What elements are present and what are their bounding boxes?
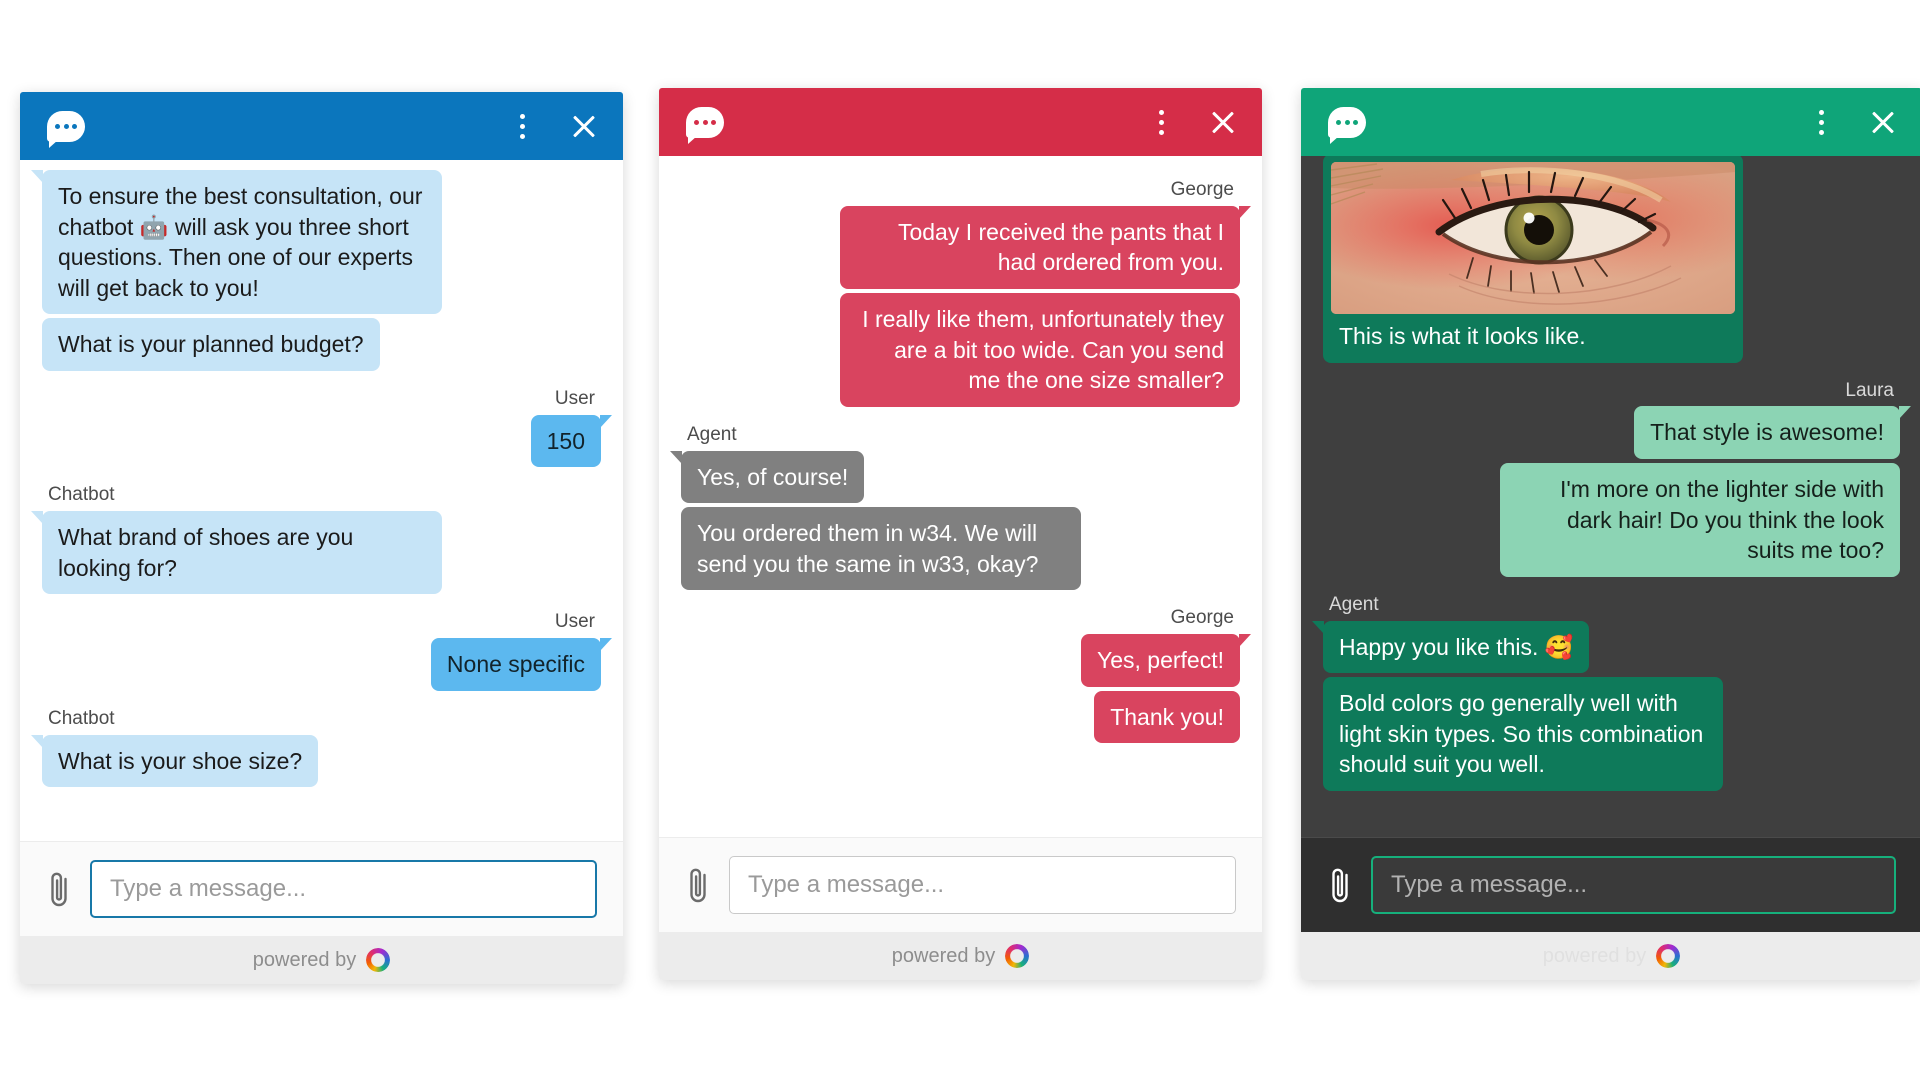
paperclip-icon[interactable] [685, 865, 711, 905]
message-row: To ensure the best consultation, our cha… [31, 170, 601, 315]
message-row: Happy you like this. 🥰 [1311, 620, 1900, 674]
screenshot-canvas: To ensure the best consultation, our cha… [0, 0, 1920, 1080]
brand-ring-icon [1005, 944, 1030, 968]
widget-header [659, 88, 1262, 156]
message-row: This is what it looks like. [1323, 156, 1900, 363]
message-row: Today I received the pants that I had or… [681, 205, 1251, 290]
close-icon[interactable] [1206, 105, 1240, 139]
message-row: None specific [42, 638, 613, 691]
user-message-bubble: I'm more on the lighter side with dark h… [1500, 463, 1900, 577]
sender-label: George [1170, 607, 1234, 629]
message-text: Yes, of course! [697, 463, 849, 490]
chat-bubble-icon [1327, 104, 1367, 140]
media-caption: This is what it looks like. [1339, 323, 1586, 349]
message-row: You ordered them in w34. We will send yo… [681, 507, 1240, 591]
message-composer [20, 841, 623, 936]
powered-by-label: powered by [252, 948, 357, 971]
close-icon[interactable] [1866, 105, 1900, 139]
agent-media-bubble: This is what it looks like. [1323, 156, 1743, 363]
message-composer [659, 837, 1262, 932]
message-text: 150 [546, 427, 585, 454]
kebab-menu-icon[interactable] [507, 109, 537, 143]
user-message-bubble: Yes, perfect! [1080, 634, 1252, 687]
message-text: Yes, perfect! [1096, 647, 1224, 674]
chat-widget-chatbot: To ensure the best consultation, our cha… [20, 92, 623, 984]
message-row: I'm more on the lighter side with dark h… [1323, 463, 1900, 577]
message-list[interactable]: George Today I received the pants that I… [659, 156, 1262, 837]
message-input[interactable] [729, 856, 1236, 914]
message-text: What is your shoe size? [58, 747, 303, 774]
user-message-bubble: Today I received the pants that I had or… [840, 205, 1251, 290]
message-row: That style is awesome! [1323, 406, 1911, 460]
message-text: That style is awesome! [1650, 419, 1884, 446]
powered-by-label: powered by [891, 944, 996, 967]
message-row: Yes, of course! [669, 450, 1240, 504]
user-message-bubble: I really like them, unfortunately they a… [840, 293, 1240, 407]
sender-label: Agent [1329, 593, 1379, 615]
message-text: Happy you like this. 🥰 [1339, 633, 1574, 660]
chat-bubble-icon [685, 104, 725, 140]
widget-header [1301, 88, 1920, 156]
close-icon[interactable] [567, 109, 601, 143]
user-message-bubble: None specific [430, 638, 613, 691]
user-message-bubble: 150 [530, 414, 613, 468]
message-text: I'm more on the lighter side with dark h… [1560, 476, 1884, 564]
bot-message-bubble: To ensure the best consultation, our cha… [31, 170, 442, 315]
sender-label: Laura [1845, 379, 1894, 401]
sender-label: User [554, 387, 595, 409]
kebab-menu-icon[interactable] [1146, 105, 1176, 139]
powered-by-footer: powered by [20, 936, 623, 984]
sender-label: Agent [687, 423, 737, 445]
powered-by-footer: powered by [1301, 932, 1920, 980]
message-row: What is your planned budget? [42, 318, 601, 371]
bot-message-bubble: What brand of shoes are you looking for? [31, 511, 442, 595]
close-up-eye-makeup-photo [1331, 162, 1735, 314]
message-row: 150 [42, 414, 613, 468]
message-text: None specific [446, 651, 585, 678]
brand-ring-icon [366, 948, 391, 972]
bot-message-bubble: What is your planned budget? [42, 318, 380, 371]
sender-label: Chatbot [48, 707, 115, 729]
message-list[interactable]: To ensure the best consultation, our cha… [20, 160, 623, 841]
chat-widget-support: George Today I received the pants that I… [659, 88, 1262, 980]
chat-bubble-icon [46, 108, 86, 144]
sender-label: Chatbot [48, 484, 115, 506]
message-row: What brand of shoes are you looking for? [31, 511, 601, 595]
paperclip-icon[interactable] [46, 869, 72, 909]
agent-message-bubble: You ordered them in w34. We will send yo… [681, 507, 1081, 591]
message-text: To ensure the best consultation, our cha… [58, 183, 423, 301]
message-text: Thank you! [1110, 703, 1224, 730]
message-row: Yes, perfect! [681, 634, 1252, 687]
sender-label: George [1170, 179, 1234, 200]
message-row: What is your shoe size? [30, 734, 601, 788]
message-composer [1301, 837, 1920, 932]
message-text: You ordered them in w34. We will send yo… [697, 520, 1039, 577]
agent-message-bubble: Yes, of course! [669, 450, 865, 504]
user-message-bubble: That style is awesome! [1634, 406, 1911, 460]
message-row: Thank you! [681, 690, 1240, 744]
sender-label: User [554, 611, 595, 633]
paperclip-icon[interactable] [1327, 865, 1353, 905]
message-input[interactable] [90, 860, 597, 918]
message-list[interactable]: This is what it looks like. Laura That s… [1301, 156, 1920, 837]
message-text: What brand of shoes are you looking for? [58, 524, 354, 581]
message-text: What is your planned budget? [58, 331, 364, 358]
message-text: I really like them, unfortunately they a… [862, 306, 1224, 394]
kebab-menu-icon[interactable] [1806, 105, 1836, 139]
message-input[interactable] [1371, 856, 1896, 914]
bot-message-bubble: What is your shoe size? [30, 734, 319, 788]
chat-widget-beauty: This is what it looks like. Laura That s… [1301, 88, 1920, 980]
message-row: Bold colors go generally well with light… [1323, 677, 1900, 791]
brand-ring-icon [1656, 944, 1681, 968]
message-text: Bold colors go generally well with light… [1339, 690, 1704, 778]
powered-by-footer: powered by [659, 932, 1262, 980]
agent-message-bubble: Happy you like this. 🥰 [1311, 620, 1590, 674]
message-row: I really like them, unfortunately they a… [681, 293, 1240, 407]
agent-message-bubble: Bold colors go generally well with light… [1323, 677, 1723, 791]
message-text: Today I received the pants that I had or… [897, 218, 1224, 276]
widget-header [20, 92, 623, 160]
powered-by-label: powered by [1542, 944, 1647, 967]
user-message-bubble: Thank you! [1094, 690, 1240, 744]
